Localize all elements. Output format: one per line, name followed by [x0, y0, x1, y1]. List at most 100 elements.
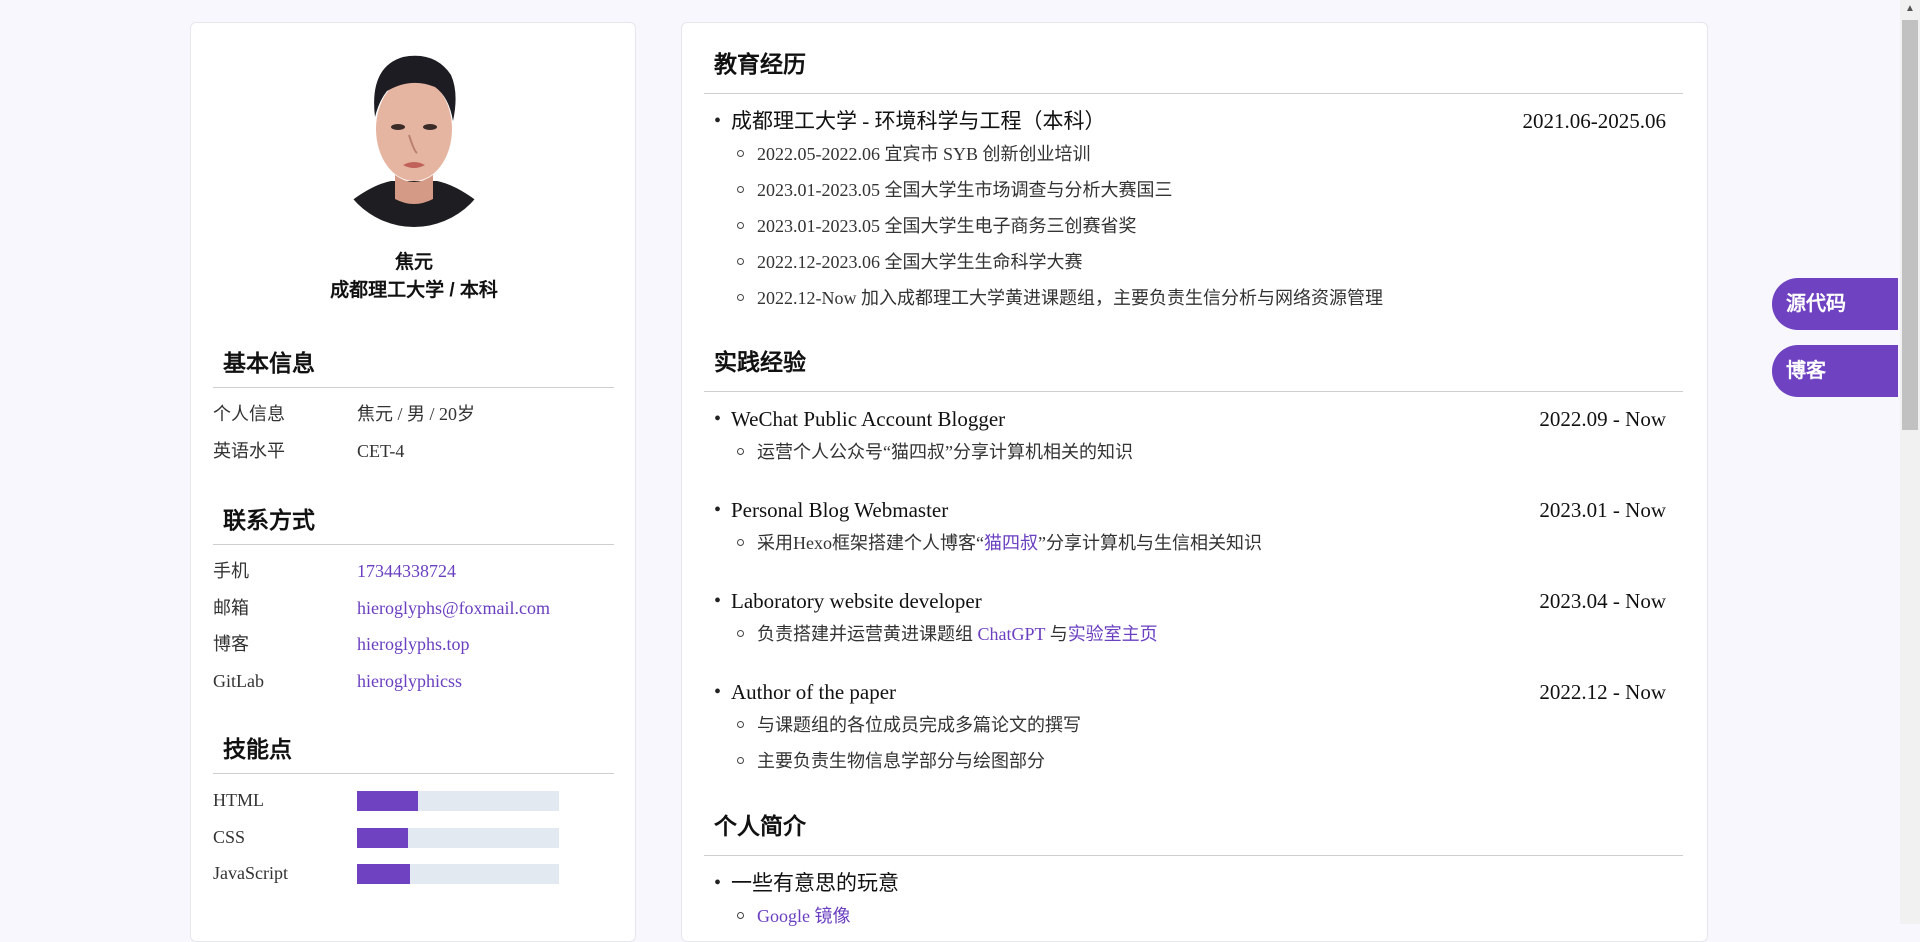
info-key: 个人信息	[213, 404, 285, 424]
skill-row-css: CSS	[213, 819, 614, 856]
intro-title: 一些有意思的玩意	[731, 871, 899, 895]
skill-bar-fill	[357, 791, 418, 811]
contact-row-email: 邮箱 hieroglyphs@foxmail.com	[213, 590, 614, 627]
info-value: 焦元 / 男 / 20岁	[357, 404, 476, 424]
contact-heading: 联系方式	[213, 500, 614, 545]
skill-row-html: HTML	[213, 782, 614, 819]
bullet-dot: •	[714, 408, 722, 430]
skill-bar	[357, 827, 559, 848]
scroll-up-arrow-icon[interactable]: ▲	[1900, 0, 1920, 18]
avatar-portrait-image	[346, 55, 482, 227]
bullet-circle	[737, 448, 744, 455]
skill-bar	[357, 864, 559, 884]
profile-header: 焦元 成都理工大学 / 本科	[191, 249, 637, 305]
sub-text: 与课题组的各位成员完成多篇论文的撰写	[757, 715, 1081, 735]
bullet-dot: •	[714, 590, 722, 612]
blog-name-link[interactable]: 猫四叔	[984, 533, 1038, 553]
practice-title: WeChat Public Account Blogger	[731, 407, 1006, 431]
skill-name: CSS	[213, 826, 246, 847]
bullet-circle	[737, 757, 744, 764]
profile-school: 成都理工大学 / 本科	[330, 280, 498, 301]
avatar	[346, 47, 482, 227]
education-sub-item: 2022.12-2023.06 全国大学生生命科学大赛	[704, 244, 1683, 280]
practice-sub-item: 采用Hexo框架搭建个人博客“猫四叔”分享计算机与生信相关知识	[704, 525, 1683, 561]
skill-bar-fill	[357, 827, 408, 848]
practice-date: 2023.04 - Now	[1539, 589, 1666, 613]
email-link[interactable]: hieroglyphs@foxmail.com	[357, 590, 550, 626]
basic-info-heading: 基本信息	[213, 343, 614, 388]
education-date: 2021.06-2025.06	[1522, 109, 1667, 133]
bullet-circle	[737, 186, 744, 193]
sub-text: 2022.05-2022.06 宜宾市 SYB 创新创业培训	[757, 144, 1091, 164]
intro-item: • 一些有意思的玩意	[704, 868, 1683, 898]
sub-text: 2022.12-2023.06 全国大学生生命科学大赛	[757, 252, 1083, 272]
skill-name: HTML	[213, 790, 264, 810]
bullet-circle	[737, 150, 744, 157]
practice-item: • Author of the paper 2022.12 - Now	[704, 677, 1683, 707]
practice-date: 2023.01 - Now	[1539, 498, 1666, 522]
skill-bar-fill	[357, 864, 410, 884]
practice-section: 实践经验 • WeChat Public Account Blogger 202…	[704, 337, 1683, 779]
practice-title: Author of the paper	[731, 680, 897, 704]
practice-item: • WeChat Public Account Blogger 2022.09 …	[704, 404, 1683, 434]
contact-key: 邮箱	[213, 597, 249, 618]
contact-key: GitLab	[213, 670, 264, 691]
practice-title: Laboratory website developer	[731, 589, 982, 613]
sub-text: 2023.01-2023.05 全国大学生电子商务三创赛省奖	[757, 216, 1137, 236]
skills-section: 技能点 HTML CSS JavaScript	[213, 729, 614, 892]
sub-text: 运营个人公众号“猫四叔”分享计算机相关的知识	[757, 442, 1133, 462]
practice-sub-item: 负责搭建并运营黄进课题组 ChatGPT 与实验室主页	[704, 616, 1683, 652]
education-sub-item: 2023.01-2023.05 全国大学生电子商务三创赛省奖	[704, 208, 1683, 244]
practice-sub-item: 主要负责生物信息学部分与绘图部分	[704, 743, 1683, 779]
sub-text: 采用Hexo框架搭建个人博客“	[757, 533, 984, 553]
contact-key: 手机	[213, 561, 249, 581]
info-row-personal: 个人信息 焦元 / 男 / 20岁	[213, 396, 614, 433]
bullet-circle	[737, 630, 744, 637]
bullet-dot: •	[714, 872, 722, 894]
resume-main-card: 教育经历 • 成都理工大学 - 环境科学与工程（本科） 2021.06-2025…	[681, 22, 1708, 942]
blog-button[interactable]: 博客	[1772, 345, 1898, 397]
sub-text: 负责搭建并运营黄进课题组	[757, 624, 978, 644]
practice-title: Personal Blog Webmaster	[731, 498, 949, 522]
bullet-dot: •	[714, 499, 722, 521]
gitlab-link[interactable]: hieroglyphicss	[357, 663, 462, 699]
contact-key: 博客	[213, 634, 249, 654]
info-row-english: 英语水平 CET-4	[213, 433, 614, 470]
sub-text: 主要负责生物信息学部分与绘图部分	[757, 751, 1045, 771]
education-heading: 教育经历	[704, 39, 1683, 94]
source-code-button[interactable]: 源代码	[1772, 278, 1898, 330]
bullet-circle	[737, 539, 744, 546]
scrollbar-thumb[interactable]	[1902, 20, 1918, 430]
contact-row-gitlab: GitLab hieroglyphicss	[213, 663, 614, 700]
bullet-circle	[737, 258, 744, 265]
blog-link[interactable]: hieroglyphs.top	[357, 626, 470, 662]
phone-link[interactable]: 17344338724	[357, 553, 456, 589]
info-key: 英语水平	[213, 440, 285, 461]
bullet-circle	[737, 912, 744, 919]
skill-bar	[357, 791, 559, 811]
skill-name: JavaScript	[213, 863, 288, 883]
sub-text: 与	[1045, 624, 1068, 644]
education-sub-item: 2022.05-2022.06 宜宾市 SYB 创新创业培训	[704, 136, 1683, 172]
google-mirror-link[interactable]: Google 镜像	[757, 906, 851, 926]
chatgpt-link[interactable]: ChatGPT	[978, 624, 1046, 644]
skills-heading: 技能点	[213, 729, 614, 774]
practice-item: • Laboratory website developer 2023.04 -…	[704, 586, 1683, 616]
education-title: 成都理工大学 - 环境科学与工程（本科）	[731, 109, 1106, 133]
info-value: CET-4	[357, 440, 405, 461]
contact-section: 联系方式 手机 17344338724 邮箱 hieroglyphs@foxma…	[213, 500, 614, 699]
basic-info-section: 基本信息 个人信息 焦元 / 男 / 20岁 英语水平 CET-4	[213, 343, 614, 469]
practice-sub-item: 运营个人公众号“猫四叔”分享计算机相关的知识	[704, 434, 1683, 470]
practice-item: • Personal Blog Webmaster 2023.01 - Now	[704, 495, 1683, 525]
practice-date: 2022.12 - Now	[1539, 680, 1666, 704]
skill-row-javascript: JavaScript	[213, 855, 614, 892]
education-sub-item: 2022.12-Now 加入成都理工大学黄进课题组，主要负责生信分析与网络资源管…	[704, 280, 1683, 316]
intro-heading: 个人简介	[704, 801, 1683, 856]
practice-heading: 实践经验	[704, 337, 1683, 392]
intro-sub-item: Google 镜像	[704, 898, 1683, 934]
profile-card: 焦元 成都理工大学 / 本科 基本信息 个人信息 焦元 / 男 / 20岁 英语…	[190, 22, 636, 942]
lab-homepage-link[interactable]: 实验室主页	[1068, 624, 1158, 644]
bullet-circle	[737, 721, 744, 728]
education-section: 教育经历 • 成都理工大学 - 环境科学与工程（本科） 2021.06-2025…	[704, 39, 1683, 316]
bullet-circle	[737, 294, 744, 301]
